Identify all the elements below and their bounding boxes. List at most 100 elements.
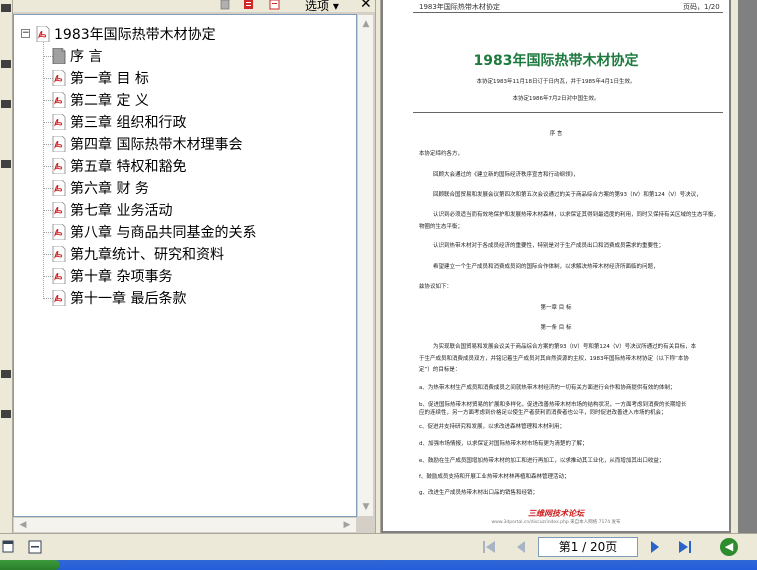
page-header-title: 1983年国际热带木材协定 [419,3,500,11]
next-page-icon[interactable] [646,538,664,556]
paragraph: a、为热带木材生产成员和消费成员之间就热带木材经济的一切有关方面进行合作和协商提… [419,385,676,391]
bookmark-item[interactable]: 第十一章 最后条款 [52,288,186,308]
paragraph: 于生产成员和消费成员双方，并铭记着生产成员对其自然资源的主权，1983年国际热带… [419,356,689,362]
bookmark-item-label: 第八章 与商品共同基金的关系 [70,225,257,241]
section-heading: 序 言 [549,131,563,137]
options-menu-button[interactable]: 选项 ▾ [305,0,339,14]
paragraph: 定”）的目标是： [419,367,461,373]
previous-page-icon[interactable] [512,538,530,556]
document-subtitle: 本协定1983年11月18日订于日内瓦，并于1985年4月1日生效。 [476,79,636,85]
divider [413,112,723,113]
bookmark-item-label: 第一章 目 标 [70,71,149,87]
bookmark-item-label: 第四章 国际热带木材理事会 [70,137,243,153]
paragraph: 希望建立一个生产成员和消费成员间的国际合作体制，以求解决热带木材经济所面临的问题… [433,264,659,270]
page-number-input[interactable]: 第1 / 20页 [538,537,638,557]
document-view: 1983年国际热带木材协定 页码，1/20 1983年国际热带木材协定 本协定1… [381,0,757,533]
start-button[interactable] [0,560,60,570]
bookmark-item-label: 第十一章 最后条款 [70,291,187,307]
paragraph: e、鼓励在生产成员国增加热带木材的加工和进行再加工，以求推动其工业化，从而增加其… [419,458,665,464]
expand-bookmark-icon[interactable] [269,0,281,10]
bookmark-item[interactable]: 第五章 特权和豁免 [52,156,186,176]
scroll-down-icon[interactable]: ▼ [359,500,373,514]
document-title: 1983年国际热带木材协定 [473,53,639,69]
pdf-bookmark-icon [52,290,66,306]
pdf-bookmark-icon [52,268,66,284]
last-page-icon[interactable] [676,538,694,556]
scroll-up-icon[interactable]: ▲ [359,17,373,31]
divider [413,12,723,13]
bookmark-item[interactable]: 第三章 组织和行政 [52,112,186,132]
bookmark-item[interactable]: 第十章 杂项事务 [52,266,172,286]
bookmark-item[interactable]: 第六章 财 务 [52,178,149,198]
delete-bookmark-icon[interactable] [219,0,231,10]
article-heading: 第一条 目 标 [540,325,572,331]
new-bookmark-icon[interactable] [243,0,255,10]
paragraph: 回顾大会通过的《建立新的国际经济秩序宣言和行动纲领》， [433,172,579,178]
paragraph: g、改进生产成员热带木材出口品的销售和经销； [419,490,538,496]
watermark-logo: 三维网技术论坛 [528,509,584,518]
pdf-bookmark-icon [52,224,66,240]
pdf-bookmark-icon [52,180,66,196]
pdf-bookmark-icon [52,202,66,218]
paragraph: 认识到必须适当而有效地保护和发展热带木材森林，以求保证其得到最适度的利用，同时又… [433,212,720,218]
bookmark-item-label: 第七章 业务活动 [70,203,173,219]
bookmark-vertical-scrollbar[interactable]: ▲ ▼ [357,14,374,517]
go-back-icon[interactable]: ◀ [720,538,738,556]
strip-mark [1,410,11,418]
pdf-bookmark-icon [52,92,66,108]
paragraph: 应的连续性，另一方面考虑到价格足以使生产者获利而消费者也公平，同时促进改善进入市… [419,410,667,416]
bookmark-item[interactable]: 第七章 业务活动 [52,200,172,220]
close-pane-button[interactable]: ✕ [360,0,372,12]
strip-mark [1,60,11,68]
scroll-right-icon[interactable]: ▶ [340,518,354,532]
bookmark-item-label: 第六章 财 务 [70,181,149,197]
strip-mark [1,100,11,108]
bookmark-horizontal-scrollbar[interactable]: ◀ ▶ [13,517,357,533]
pdf-bookmark-icon [52,158,66,174]
left-edge-strip [0,0,13,540]
pdf-bookmark-icon [36,26,50,42]
bookmark-item[interactable]: 序 言 [52,46,102,66]
paragraph: 兹协议如下： [419,284,453,290]
strip-mark [1,160,11,168]
bookmark-item[interactable]: 第八章 与商品共同基金的关系 [52,222,256,242]
bookmark-root-label: 1983年国际热带木材协定 [54,27,216,43]
paragraph: 为实现联合国贸易和发展会议关于商品综合方案的第93（IV）号和第124（V）号决… [433,344,697,350]
paragraph: b、促进国际热带木材贸易的扩展和多样化，促进改善热带木材市场的结构状况，一方面考… [419,402,687,408]
strip-mark [1,370,11,378]
bookmark-item[interactable]: 第二章 定 义 [52,90,149,110]
paragraph: d、加强市场情报，以求保证对国际热带木材市场有更为清楚的了解； [419,441,588,447]
bookmark-root[interactable]: 1983年国际热带木材协定 [36,24,216,44]
bookmark-item[interactable]: 第一章 目 标 [52,68,149,88]
bookmark-item-label: 第五章 特权和豁免 [70,159,187,175]
scroll-left-icon[interactable]: ◀ [16,518,30,532]
watermark-caption: www.3dportal.cn/discuz/index.php 来自本人网络 … [491,520,621,525]
pdf-bookmark-icon [52,70,66,86]
page-header-number: 页码，1/20 [683,3,720,11]
pdf-bookmark-icon [52,114,66,130]
page-bookmark-icon [52,48,66,64]
bookmark-tree: − 1983年国际热带木材协定 序 言 第一章 目 标 第二章 定 义 第三章 … [13,14,357,517]
bookmark-item-label: 第二章 定 义 [70,93,149,109]
bookmark-item-label: 第十章 杂项事务 [70,269,173,285]
single-page-view-icon[interactable] [2,538,14,556]
bookmark-item-label: 第三章 组织和行政 [70,115,187,131]
paragraph: 回顾联合国贸易和发展会议第四次和第五次会议通过的关于商品综合方案的第93（IV）… [433,192,702,198]
bookmark-item-label: 第九章统计、研究和资料 [70,247,224,263]
paragraph: 物圈的生态平衡； [419,224,464,230]
navigation-bar: 第1 / 20页 ◀ [0,533,757,560]
collapse-toggle-icon[interactable]: − [21,29,30,38]
strip-mark [1,4,11,12]
continuous-view-icon[interactable] [28,538,42,556]
bookmark-item[interactable]: 第四章 国际热带木材理事会 [52,134,242,154]
windows-taskbar [0,560,757,570]
paragraph: f、鼓励成员支持和开展工业热带木材林再植和森林管理活动； [419,474,570,480]
document-page: 1983年国际热带木材协定 页码，1/20 1983年国际热带木材协定 本协定1… [383,0,729,531]
document-scrollbar[interactable] [731,0,738,533]
bookmark-item[interactable]: 第九章统计、研究和资料 [52,244,224,264]
first-page-icon[interactable] [480,538,498,556]
pdf-bookmark-icon [52,136,66,152]
bookmark-item-label: 序 言 [70,49,103,65]
document-subtitle: 本协定1986年7月2日对中国生效。 [512,96,600,102]
paragraph: c、促进并支持研究和发展，以求改进森林管理和木材利用； [419,424,566,430]
